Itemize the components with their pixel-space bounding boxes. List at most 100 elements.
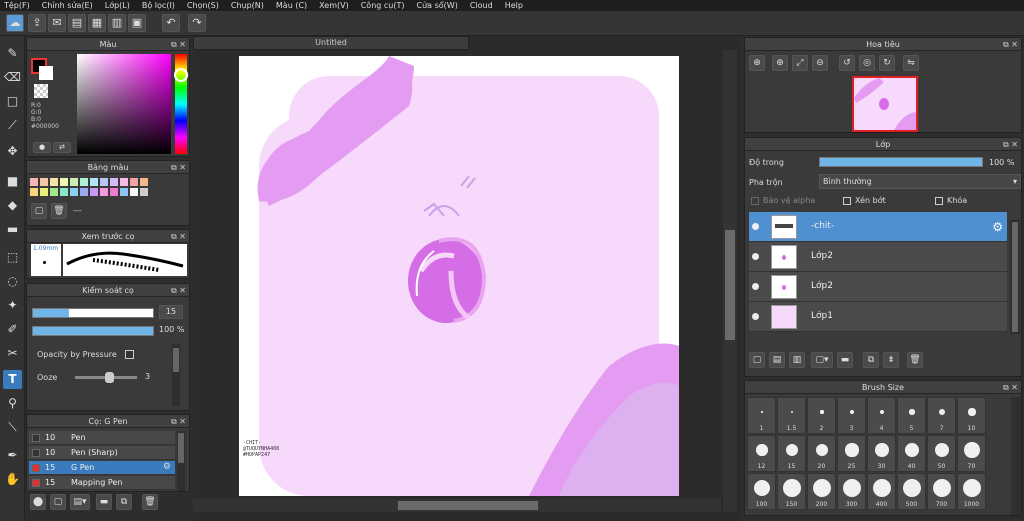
brush-size-preset[interactable]: 500 (897, 473, 926, 510)
palette-swatch[interactable] (90, 178, 98, 186)
rotate-right-icon[interactable]: ↻ (879, 55, 895, 71)
brush-list-item[interactable]: 10 Pen (29, 431, 175, 445)
rotate-left-icon[interactable]: ↺ (839, 55, 855, 71)
panel-popout-icon[interactable]: ⧉ ✕ (171, 415, 186, 428)
brush-size-preset[interactable]: 700 (927, 473, 956, 510)
gradient-tool-icon[interactable]: ▬ (3, 220, 22, 239)
gear-icon[interactable]: ⚙ (163, 462, 171, 472)
palette-swatch[interactable] (60, 188, 68, 196)
cloud-icon[interactable]: ☁ (6, 14, 24, 32)
operation-tool-icon[interactable]: ⚲ (3, 394, 22, 413)
brush-size-preset[interactable]: 300 (837, 473, 866, 510)
add-layer-menu-icon[interactable]: ▢▾ (811, 352, 833, 368)
panel-popout-icon[interactable]: ⧉ ✕ (1003, 38, 1018, 51)
brush-size-preset[interactable]: 3 (837, 397, 866, 434)
eye-icon[interactable] (752, 283, 759, 290)
brush-size-preset[interactable]: 10 (957, 397, 986, 434)
brush-size-preset[interactable]: 200 (807, 473, 836, 510)
layer-list-scrollbar[interactable] (1010, 220, 1020, 334)
brush-size-preset[interactable]: 1000 (957, 473, 986, 510)
palette-swatch[interactable] (90, 188, 98, 196)
pen-tool-icon[interactable]: ✎ (3, 44, 22, 63)
divide-tool-icon[interactable]: ⟍ (3, 418, 22, 437)
color-swap-button[interactable]: ⇄ (53, 142, 71, 153)
export-icon[interactable]: ⇪ (28, 14, 46, 32)
select-eraser-icon[interactable]: ✂ (3, 344, 22, 363)
brush-size-preset[interactable]: 40 (897, 435, 926, 472)
menu-item[interactable]: Công cụ(T) (361, 1, 405, 10)
palette-swatch[interactable] (80, 178, 88, 186)
layer-opacity-slider[interactable] (819, 157, 983, 167)
zoom-out-icon[interactable]: ⊖ (812, 55, 828, 71)
brush-size-preset[interactable]: 1.5 (777, 397, 806, 434)
redo-icon[interactable]: ↷ (188, 14, 206, 32)
eye-icon[interactable] (752, 313, 759, 320)
palette-swatch[interactable] (120, 188, 128, 196)
palette-swatch[interactable] (140, 178, 148, 186)
document-icon[interactable]: ▦ (88, 14, 106, 32)
brush-size-preset[interactable]: 400 (867, 473, 896, 510)
layer-row[interactable]: Lớp2 (749, 272, 1007, 302)
brush-size-preset[interactable]: 25 (837, 435, 866, 472)
duplicate-layer-icon[interactable]: ⧉ (863, 352, 879, 368)
palette-swatch[interactable] (40, 188, 48, 196)
document-tab[interactable]: Untitled (193, 36, 469, 50)
opacity-pressure-checkbox[interactable] (125, 350, 134, 359)
brush-size-preset[interactable]: 1 (747, 397, 776, 434)
palette-swatch[interactable] (100, 188, 108, 196)
palette-swatch[interactable] (80, 188, 88, 196)
layer-row[interactable]: -chit- ⚙ (749, 212, 1007, 242)
lasso-tool-icon[interactable]: ◌ (3, 272, 22, 291)
palette-swatch[interactable] (110, 178, 118, 186)
brush-delete-button[interactable]: 🗑 (142, 494, 158, 510)
drawing-canvas[interactable]: -CHIT- @TUQUYNHA408 #HOPAP247 (239, 56, 679, 496)
canvas-horizontal-scrollbar[interactable] (193, 499, 721, 512)
blend-mode-select[interactable]: Bình thường ▾ (819, 174, 1021, 189)
panel-popout-icon[interactable]: ⧉ ✕ (171, 161, 186, 174)
palette-swatch[interactable] (50, 178, 58, 186)
reset-view-icon[interactable]: ◎ (859, 55, 875, 71)
new-layer-1bit-icon[interactable]: ▥ (789, 352, 805, 368)
menu-item[interactable]: Tệp(F) (4, 1, 30, 10)
magic-wand-icon[interactable]: ✦ (3, 296, 22, 315)
layer-row[interactable]: Lớp2 (749, 242, 1007, 272)
eyedropper-icon[interactable]: ✒ (3, 446, 22, 465)
brush-folder-button[interactable]: ▬ (96, 494, 112, 510)
add-brush-button[interactable]: ⬤ (30, 494, 46, 510)
menu-item[interactable]: Chỉnh sửa(E) (42, 1, 93, 10)
palette-swatch[interactable] (130, 178, 138, 186)
brush-copy-button[interactable]: ⧉ (116, 494, 132, 510)
fill-rect-tool-icon[interactable]: ■ (3, 172, 22, 191)
clipping-checkbox[interactable] (843, 197, 851, 205)
zoom-in-icon[interactable]: ⊕ (749, 55, 765, 71)
menu-item[interactable]: Cloud (470, 1, 493, 10)
hue-handle[interactable] (174, 68, 188, 82)
menu-item[interactable]: Cửa sổ(W) (417, 1, 458, 10)
menu-item[interactable]: Xem(V) (319, 1, 349, 10)
brush-control-scrollbar[interactable] (172, 344, 180, 406)
panel-popout-icon[interactable]: ⧉ ✕ (1003, 381, 1018, 394)
move-tool-icon[interactable]: ✥ (3, 142, 22, 161)
brush-list-scrollbar[interactable] (177, 431, 185, 491)
panel-popout-icon[interactable]: ⧉ ✕ (171, 38, 186, 51)
protect-alpha-checkbox[interactable] (751, 197, 759, 205)
new-layer-icon[interactable]: ▢ (749, 352, 765, 368)
select-rect-icon[interactable]: ⬚ (3, 248, 22, 267)
brush-size-preset[interactable]: 15 (777, 435, 806, 472)
panel-popout-icon[interactable]: ⧉ ✕ (171, 230, 186, 243)
palette-swatch[interactable] (30, 178, 38, 186)
panel-popout-icon[interactable]: ⧉ ✕ (171, 284, 186, 297)
brush-size-preset[interactable]: 70 (957, 435, 986, 472)
palette-swatch[interactable] (140, 188, 148, 196)
menu-item[interactable]: Lớp(L) (105, 1, 130, 10)
brush-list-item[interactable]: 15 Mapping Pen (29, 476, 175, 490)
palette-swatch[interactable] (30, 188, 38, 196)
zoom-plus-icon[interactable]: ⊕ (772, 55, 788, 71)
palette-swatch[interactable] (60, 178, 68, 186)
navigator-thumbnail[interactable] (852, 76, 918, 132)
brush-size-preset[interactable]: 20 (807, 435, 836, 472)
palette-swatch[interactable] (120, 178, 128, 186)
brush-size-preset[interactable]: 150 (777, 473, 806, 510)
delete-palette-button[interactable]: 🗑 (51, 203, 67, 219)
palette-swatch[interactable] (100, 178, 108, 186)
